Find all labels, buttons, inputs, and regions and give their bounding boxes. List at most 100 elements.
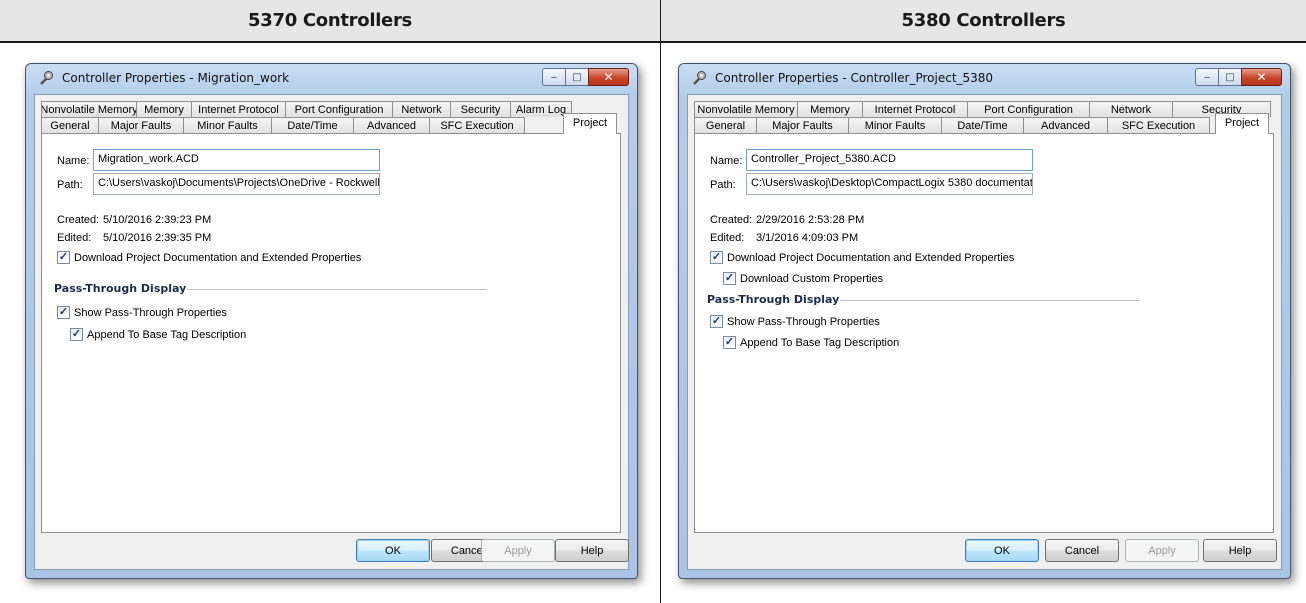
created-value: 5/10/2016 2:39:23 PM <box>103 214 212 226</box>
maximize-button[interactable]: □ <box>565 68 588 86</box>
tab-row-lower: General Major Faults Minor Faults Date/T… <box>41 117 621 133</box>
show-pass-through-checkbox[interactable]: ✓ Show Pass-Through Properties <box>710 315 880 328</box>
tab-memory[interactable]: Memory <box>136 101 192 117</box>
dialog-title: Controller Properties - Migration_work <box>62 71 290 85</box>
close-icon: ✕ <box>603 70 614 84</box>
maximize-icon: □ <box>572 71 582 83</box>
apply-button: Apply <box>481 539 555 562</box>
append-base-tag-label: Append To Base Tag Description <box>87 328 247 341</box>
cancel-button[interactable]: Cancel <box>1045 539 1119 562</box>
name-label: Name: <box>57 155 90 167</box>
edited-label: Edited: <box>57 232 92 244</box>
checkbox-checked-icon: ✓ <box>723 336 736 349</box>
edited-value: 5/10/2016 2:39:35 PM <box>103 232 212 244</box>
title-bar[interactable]: Controller Properties - Controller_Proje… <box>679 64 1290 94</box>
maximize-icon: □ <box>1225 71 1235 83</box>
checkbox-checked-icon: ✓ <box>57 251 70 264</box>
pass-through-group-title: Pass-Through Display <box>54 282 187 295</box>
minimize-button[interactable]: ‒ <box>1195 68 1218 86</box>
edited-value: 3/1/2016 4:09:03 PM <box>756 232 859 244</box>
title-bar[interactable]: Controller Properties - Migration_work ‒… <box>26 64 637 94</box>
checkbox-checked-icon: ✓ <box>70 328 83 341</box>
group-divider <box>187 289 487 290</box>
show-pass-through-label: Show Pass-Through Properties <box>74 306 227 319</box>
append-base-tag-checkbox[interactable]: ✓ Append To Base Tag Description <box>723 336 899 349</box>
ok-button[interactable]: OK <box>965 539 1039 562</box>
dialog-client-area: Nonvolatile Memory Memory Internet Proto… <box>687 94 1282 570</box>
controller-properties-icon <box>38 70 54 91</box>
path-field[interactable]: C:\Users\vaskoj\Desktop\CompactLogix 538… <box>746 173 1033 195</box>
pass-through-group-title: Pass-Through Display <box>707 293 840 306</box>
tab-internet-protocol[interactable]: Internet Protocol <box>862 101 968 117</box>
tab-date-time[interactable]: Date/Time <box>271 117 354 133</box>
minimize-icon: ‒ <box>1203 71 1211 83</box>
show-pass-through-label: Show Pass-Through Properties <box>727 315 880 328</box>
download-documentation-checkbox[interactable]: ✓ Download Project Documentation and Ext… <box>710 251 1014 264</box>
path-label: Path: <box>57 179 83 191</box>
tab-row-lower: General Major Faults Minor Faults Date/T… <box>694 117 1274 133</box>
path-label: Path: <box>710 179 736 191</box>
tab-sfc-execution[interactable]: SFC Execution <box>429 117 525 133</box>
header-rule <box>0 41 1306 43</box>
tab-general[interactable]: General <box>41 117 99 133</box>
tab-advanced[interactable]: Advanced <box>1023 117 1108 133</box>
tab-security[interactable]: Security <box>450 101 511 117</box>
tab-port-configuration[interactable]: Port Configuration <box>285 101 393 117</box>
name-field[interactable]: Migration_work.ACD <box>93 149 380 171</box>
tab-nonvolatile-memory[interactable]: Nonvolatile Memory <box>694 101 798 117</box>
minimize-icon: ‒ <box>550 71 558 83</box>
tab-project[interactable]: Project <box>1215 113 1269 134</box>
dialog-title: Controller Properties - Controller_Proje… <box>715 71 994 85</box>
created-value: 2/29/2016 2:53:28 PM <box>756 214 865 226</box>
tab-advanced[interactable]: Advanced <box>353 117 430 133</box>
maximize-button[interactable]: □ <box>1218 68 1241 86</box>
show-pass-through-checkbox[interactable]: ✓ Show Pass-Through Properties <box>57 306 227 319</box>
close-button[interactable]: ✕ <box>588 68 629 86</box>
column-divider <box>660 0 661 603</box>
tab-row-upper: Nonvolatile Memory Memory Internet Proto… <box>694 101 1274 117</box>
download-documentation-label: Download Project Documentation and Exten… <box>727 251 1015 264</box>
close-button[interactable]: ✕ <box>1241 68 1282 86</box>
download-documentation-label: Download Project Documentation and Exten… <box>74 251 362 264</box>
group-divider <box>840 300 1140 301</box>
checkbox-checked-icon: ✓ <box>723 272 736 285</box>
close-icon: ✕ <box>1256 70 1267 84</box>
tab-sfc-execution[interactable]: SFC Execution <box>1107 117 1210 133</box>
tab-network[interactable]: Network <box>392 101 451 117</box>
tab-project[interactable]: Project <box>563 113 617 134</box>
minimize-button[interactable]: ‒ <box>542 68 565 86</box>
checkbox-checked-icon: ✓ <box>57 306 70 319</box>
apply-button: Apply <box>1125 539 1199 562</box>
append-base-tag-checkbox[interactable]: ✓ Append To Base Tag Description <box>70 328 246 341</box>
download-custom-properties-checkbox[interactable]: ✓ Download Custom Properties <box>723 272 883 285</box>
tab-memory[interactable]: Memory <box>797 101 863 117</box>
tab-minor-faults[interactable]: Minor Faults <box>848 117 942 133</box>
tab-major-faults[interactable]: Major Faults <box>98 117 184 133</box>
tab-minor-faults[interactable]: Minor Faults <box>183 117 272 133</box>
tab-network[interactable]: Network <box>1089 101 1173 117</box>
tab-row-upper: Nonvolatile Memory Memory Internet Proto… <box>41 101 621 117</box>
controller-properties-dialog-5380: Controller Properties - Controller_Proje… <box>678 63 1291 579</box>
help-button[interactable]: Help <box>555 539 629 562</box>
name-field[interactable]: Controller_Project_5380.ACD <box>746 149 1033 171</box>
tab-date-time[interactable]: Date/Time <box>941 117 1024 133</box>
project-tab-panel: Name: Controller_Project_5380.ACD Path: … <box>694 133 1274 533</box>
controller-properties-dialog-5370: Controller Properties - Migration_work ‒… <box>25 63 638 579</box>
download-documentation-checkbox[interactable]: ✓ Download Project Documentation and Ext… <box>57 251 361 264</box>
ok-button[interactable]: OK <box>356 539 430 562</box>
path-field[interactable]: C:\Users\vaskoj\Documents\Projects\OneDr… <box>93 173 380 195</box>
tab-general[interactable]: General <box>694 117 757 133</box>
checkbox-checked-icon: ✓ <box>710 251 723 264</box>
tab-major-faults[interactable]: Major Faults <box>756 117 849 133</box>
tab-nonvolatile-memory[interactable]: Nonvolatile Memory <box>41 101 137 117</box>
download-custom-properties-label: Download Custom Properties <box>740 272 884 285</box>
edited-label: Edited: <box>710 232 745 244</box>
name-label: Name: <box>710 155 743 167</box>
help-button[interactable]: Help <box>1203 539 1277 562</box>
column-header-5370: 5370 Controllers <box>0 0 660 41</box>
column-header-5380: 5380 Controllers <box>661 0 1306 41</box>
tab-port-configuration[interactable]: Port Configuration <box>967 101 1090 117</box>
append-base-tag-label: Append To Base Tag Description <box>740 336 900 349</box>
tab-internet-protocol[interactable]: Internet Protocol <box>191 101 286 117</box>
checkbox-checked-icon: ✓ <box>710 315 723 328</box>
